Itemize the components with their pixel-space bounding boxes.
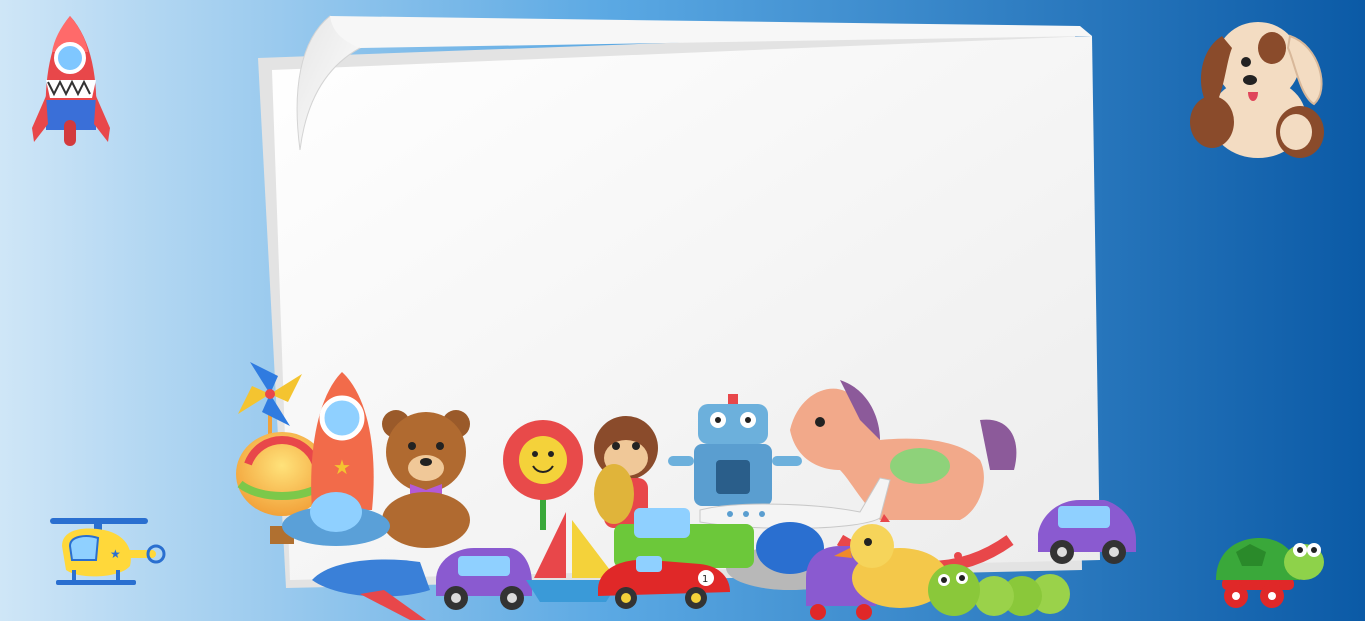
flower-icon bbox=[503, 420, 583, 530]
race-car-number: 1 bbox=[702, 574, 708, 585]
robot-icon bbox=[668, 394, 802, 506]
toy-rocket-icon: ★ bbox=[311, 372, 374, 510]
toy-car-icon bbox=[436, 548, 532, 610]
svg-text:★: ★ bbox=[333, 455, 351, 479]
blue-airplane-icon bbox=[312, 559, 430, 620]
purple-car-icon bbox=[1038, 500, 1136, 564]
rocking-horse-icon bbox=[790, 380, 1017, 573]
teddy-bear-icon bbox=[382, 410, 470, 548]
toy-pile: ★ 1 bbox=[236, 362, 1136, 620]
